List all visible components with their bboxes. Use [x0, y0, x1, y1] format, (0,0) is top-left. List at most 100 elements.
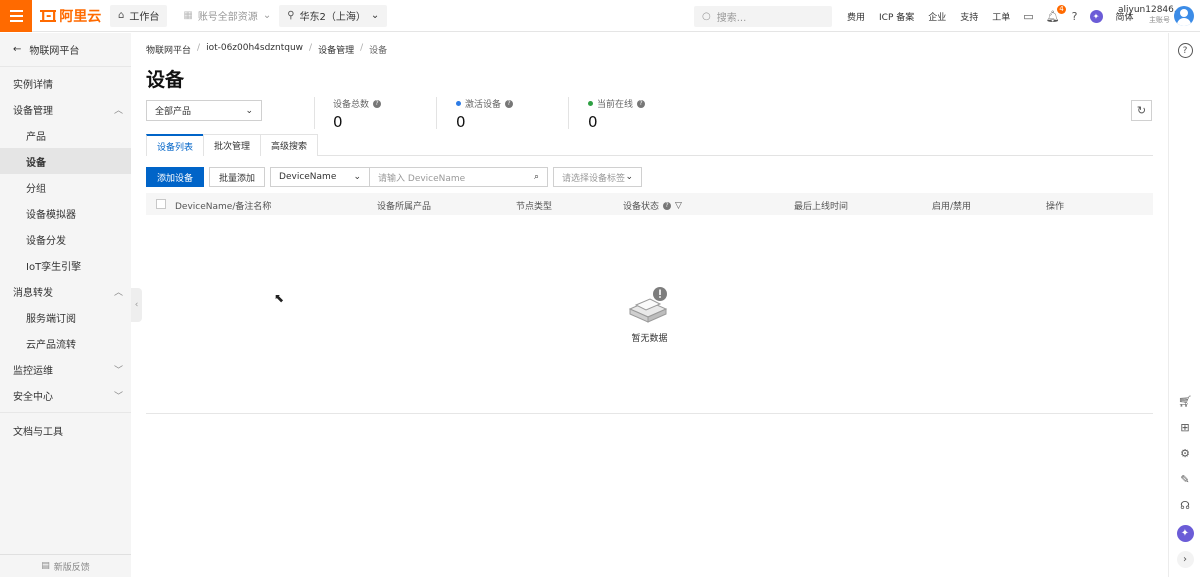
- help-icon[interactable]: ?: [505, 99, 514, 108]
- tab-device-list[interactable]: 设备列表: [146, 134, 205, 156]
- device-search-input[interactable]: 请输入 DeviceName ⌕: [370, 167, 549, 187]
- aliyun-logo[interactable]: [-] 阿里云: [40, 6, 102, 26]
- help-center-button[interactable]: ?: [1169, 43, 1200, 58]
- column-header-actions: 操作: [1046, 202, 1065, 212]
- sidebar-item-server-subscription[interactable]: 服务端订阅: [0, 304, 131, 330]
- nav-link-billing[interactable]: 费用: [840, 10, 872, 23]
- empty-box-icon: [628, 287, 668, 323]
- edit-icon[interactable]: ✎: [1169, 473, 1200, 486]
- add-device-button[interactable]: 添加设备: [146, 167, 205, 187]
- sidebar-item-device-simulator[interactable]: 设备模拟器: [0, 200, 131, 226]
- search-icon[interactable]: ⌕: [534, 172, 539, 182]
- sidebar-group-message-forwarding[interactable]: 消息转发 ︿: [0, 278, 131, 304]
- refresh-button[interactable]: ↻: [1131, 100, 1152, 121]
- chevron-up-icon: ︿: [113, 287, 123, 298]
- chevron-down-icon: ﹀: [113, 391, 123, 402]
- nav-link-support[interactable]: 支持: [953, 10, 985, 23]
- user-name: aliyun12846...: [1118, 5, 1183, 15]
- device-toolbar: 添加设备 批量添加 DeviceName ⌄ 请输入 DeviceName ⌕ …: [146, 167, 643, 187]
- sidebar-back-link[interactable]: ← 物联网平台: [0, 33, 131, 67]
- help-icon[interactable]: ?: [373, 99, 382, 108]
- help-icon[interactable]: ?: [637, 99, 646, 108]
- select-all-checkbox[interactable]: [156, 199, 166, 209]
- sidebar-item-label: 消息转发: [13, 287, 53, 299]
- headset-icon[interactable]: ☊: [1169, 499, 1200, 512]
- region-selector[interactable]: ⚲ 华东2（上海） ⌄: [279, 4, 388, 27]
- sidebar-item-cloud-product-flow[interactable]: 云产品流转: [0, 330, 131, 356]
- breadcrumb-item-current: 设备: [369, 46, 388, 56]
- expand-rail-button[interactable]: ›: [1169, 551, 1200, 568]
- notification-badge: 4: [1057, 4, 1066, 14]
- settings-icon[interactable]: ⚙: [1169, 447, 1200, 460]
- avatar[interactable]: [1174, 6, 1194, 26]
- column-header-node-type: 节点类型: [516, 202, 553, 212]
- sidebar-item-instance-details[interactable]: 实例详情: [0, 70, 131, 96]
- home-icon: ⌂: [118, 10, 125, 21]
- nav-link-ticket[interactable]: 工单: [985, 10, 1017, 23]
- breadcrumb-separator: /: [360, 43, 364, 53]
- chevron-down-icon: ⌄: [353, 172, 362, 182]
- workbench-button[interactable]: ⌂ 工作台: [110, 4, 168, 27]
- hamburger-menu-button[interactable]: [0, 0, 32, 32]
- help-icon[interactable]: ?: [663, 201, 672, 210]
- sidebar-item-devices[interactable]: 设备: [0, 148, 131, 174]
- sidebar-item-label: 分组: [26, 183, 46, 195]
- sidebar-feedback-link[interactable]: ▤ 新版反馈: [0, 554, 131, 577]
- device-tag-select[interactable]: 请选择设备标签 ⌄: [553, 167, 643, 187]
- sidebar-item-label: 文档与工具: [13, 426, 63, 438]
- column-header-last-online: 最后上线时间: [794, 202, 849, 212]
- breadcrumb-item-instance[interactable]: iot-06z00h4sdzntquw: [206, 43, 303, 56]
- sidebar-item-products[interactable]: 产品: [0, 122, 131, 148]
- region-label: 华东2（上海）: [299, 12, 366, 23]
- sidebar-item-label: 设备管理: [13, 105, 53, 117]
- sidebar-collapse-handle[interactable]: ‹: [131, 288, 142, 322]
- right-toolbar: ? 🛒︎ ⊞ ⚙ ✎ ☊ ✦ ›: [1168, 33, 1200, 577]
- batch-add-button[interactable]: 批量添加: [209, 167, 266, 187]
- ai-assistant-icon[interactable]: ✦: [1084, 9, 1109, 23]
- status-dot-active: [456, 101, 461, 106]
- global-search-input[interactable]: ○ 搜索...: [694, 6, 832, 27]
- breadcrumb-item-iot-platform[interactable]: 物联网平台: [146, 43, 191, 56]
- sidebar-item-label: 设备: [26, 157, 46, 169]
- sidebar-item-label: 实例详情: [13, 79, 53, 91]
- chevron-up-icon: ︿: [113, 105, 123, 116]
- bell-icon[interactable]: 🔔︎ 4: [1040, 4, 1066, 23]
- nav-link-icp[interactable]: ICP 备案: [872, 10, 921, 23]
- nav-link-enterprise[interactable]: 企业: [921, 10, 953, 23]
- stat-divider: [314, 97, 315, 129]
- sidebar-item-docs-tools[interactable]: 文档与工具: [0, 417, 131, 443]
- user-account-menu[interactable]: aliyun12846... 主账号: [1118, 5, 1183, 25]
- filter-icon[interactable]: ▽: [675, 201, 682, 211]
- product-filter-select[interactable]: 全部产品 ⌄: [146, 100, 262, 121]
- account-resources-dropdown[interactable]: ▦ 账号全部资源 ⌄: [175, 5, 279, 27]
- global-search-placeholder: 搜索...: [716, 13, 747, 24]
- column-header-product: 设备所属产品: [377, 202, 432, 212]
- sidebar-item-device-distribution[interactable]: 设备分发: [0, 226, 131, 252]
- tab-advanced-search[interactable]: 高级搜索: [260, 134, 319, 156]
- search-field-value: DeviceName: [279, 172, 337, 182]
- tab-batch-management[interactable]: 批次管理: [203, 134, 262, 156]
- terminal-icon[interactable]: ▭: [1017, 10, 1039, 23]
- stat-total-value: 0: [333, 113, 343, 131]
- sidebar-item-iot-twin-engine[interactable]: IoT孪生引擎: [0, 252, 131, 278]
- chip-icon[interactable]: ⊞: [1169, 421, 1200, 434]
- sidebar-group-security-center[interactable]: 安全中心 ﹀: [0, 382, 131, 408]
- help-icon[interactable]: ?: [1066, 10, 1084, 23]
- device-tabs: 设备列表 批次管理 高级搜索: [146, 134, 1153, 156]
- sidebar-item-groups[interactable]: 分组: [0, 174, 131, 200]
- grid-icon: ▦: [183, 10, 193, 21]
- sidebar-group-device-management[interactable]: 设备管理 ︿: [0, 96, 131, 122]
- user-role: 主账号: [1149, 16, 1170, 24]
- sidebar-group-monitoring-ops[interactable]: 监控运维 ﹀: [0, 356, 131, 382]
- cart-icon[interactable]: 🛒︎: [1169, 395, 1200, 408]
- column-header-devicename: DeviceName/备注名称: [175, 202, 272, 212]
- chevron-down-icon: ⌄: [625, 172, 634, 182]
- aliyun-logo-text: 阿里云: [59, 8, 102, 25]
- stat-divider: [568, 97, 569, 129]
- stat-online-devices: 当前在线? 0: [588, 97, 646, 131]
- search-field-select[interactable]: DeviceName ⌄: [270, 167, 371, 187]
- sidebar-item-label: 监控运维: [13, 365, 53, 377]
- sidebar-divider: [0, 412, 131, 413]
- ai-assistant-button[interactable]: ✦: [1169, 525, 1200, 542]
- breadcrumb-item-device-management[interactable]: 设备管理: [318, 43, 354, 56]
